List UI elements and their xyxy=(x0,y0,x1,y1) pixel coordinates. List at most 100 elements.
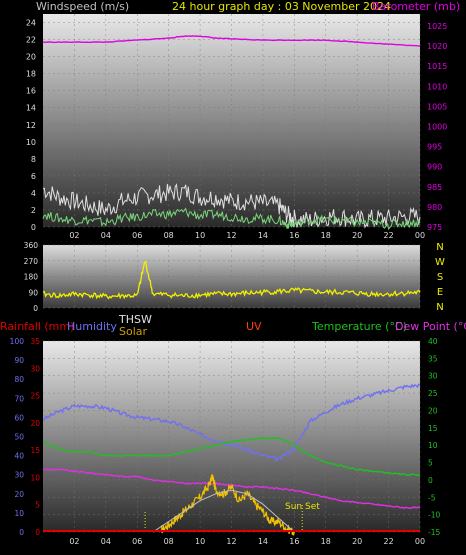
barometer-y-tick: 1025 xyxy=(427,22,447,31)
rain-y-tick: 20 xyxy=(30,419,40,428)
temp-x-tick: 08 xyxy=(164,537,174,546)
direction-label-e: E xyxy=(437,287,443,298)
humidity-y-tick: 70 xyxy=(14,394,24,403)
humidity-y-tick: 40 xyxy=(14,452,24,461)
wind-y-tick: 14 xyxy=(26,104,36,113)
date-title: 24 hour graph day : 03 November 2024 xyxy=(172,0,391,13)
barometer-y-tick: 975 xyxy=(427,223,442,232)
wind-x-tick: 22 xyxy=(383,231,393,240)
rain-y-tick: 35 xyxy=(30,337,40,346)
wind-y-tick: 18 xyxy=(26,70,36,79)
legend-temperature: Temperature (°C) xyxy=(311,320,407,333)
sun-set-label: Sun Set xyxy=(285,502,320,512)
wind-x-tick: 02 xyxy=(69,231,79,240)
humidity-y-tick: 80 xyxy=(14,375,24,384)
wind-title: Windspeed (m/s) xyxy=(36,0,129,13)
wind-x-tick: 04 xyxy=(101,231,111,240)
temp-x-tick: 18 xyxy=(321,537,331,546)
temperature-y-tick: 10 xyxy=(428,441,438,450)
barometer-y-tick: 1010 xyxy=(427,82,447,91)
humidity-y-tick: 60 xyxy=(14,413,24,422)
wind-y-tick: 12 xyxy=(26,121,36,130)
barometer-y-tick: 1015 xyxy=(427,62,447,71)
weather-chart: Windspeed (m/s) 24 hour graph day : 03 N… xyxy=(0,0,466,546)
rain-y-tick: 0 xyxy=(35,528,40,537)
wind-y-tick: 6 xyxy=(31,172,36,181)
temp-x-tick: 22 xyxy=(383,537,393,546)
temperature-y-tick: 30 xyxy=(428,372,438,381)
temperature-y-ticks: -15 -10 -5 0 5 10 15 20 25 30 35 40 xyxy=(428,337,440,537)
temp-x-tick: 20 xyxy=(352,537,362,546)
wind-x-tick: 10 xyxy=(195,231,205,240)
temperature-y-tick: -5 xyxy=(428,493,436,502)
direction-y-tick: 0 xyxy=(33,304,38,313)
direction-y-tick: 360 xyxy=(24,241,39,250)
legend-uv: UV xyxy=(246,320,262,333)
wind-x-tick: 00 xyxy=(415,231,425,240)
wind-y-tick: 8 xyxy=(31,155,36,164)
temp-x-tick: 14 xyxy=(258,537,268,546)
humidity-y-tick: 20 xyxy=(14,490,24,499)
wind-x-tick: 18 xyxy=(321,231,331,240)
wind-x-tick: 14 xyxy=(258,231,268,240)
temperature-y-tick: 5 xyxy=(428,459,433,468)
humidity-y-tick: 10 xyxy=(14,509,24,518)
temp-x-tick: 04 xyxy=(101,537,111,546)
temperature-y-tick: -10 xyxy=(428,511,440,520)
wind-y-tick: 20 xyxy=(26,53,36,62)
rain-y-ticks: 0 5 10 15 20 25 30 35 xyxy=(30,337,40,537)
legend-humidity: Humidity xyxy=(67,320,117,333)
legend-solar: Solar xyxy=(119,325,148,338)
direction-label-n: N xyxy=(436,302,443,313)
temp-x-tick: 10 xyxy=(195,537,205,546)
temp-x-ticks: 02 04 06 08 10 12 14 16 18 20 22 00 xyxy=(69,537,425,546)
direction-label-s: S xyxy=(437,272,443,283)
humidity-y-tick: 0 xyxy=(19,528,24,537)
wind-x-ticks: 02 04 06 08 10 12 14 16 18 20 22 00 xyxy=(69,231,425,240)
barometer-y-tick: 1005 xyxy=(427,102,447,111)
rain-y-tick: 10 xyxy=(30,473,40,482)
wind-y-tick: 4 xyxy=(31,189,36,198)
wind-x-tick: 16 xyxy=(289,231,299,240)
direction-y-tick: 180 xyxy=(24,273,39,282)
temperature-y-tick: 0 xyxy=(428,476,433,485)
barometer-y-tick: 990 xyxy=(427,163,442,172)
rain-y-tick: 5 xyxy=(35,501,40,510)
wind-x-tick: 20 xyxy=(352,231,362,240)
wind-y-tick: 16 xyxy=(26,87,36,96)
direction-label-w: W xyxy=(435,257,445,268)
barometer-y-tick: 1020 xyxy=(427,42,447,51)
barometer-y-tick: 985 xyxy=(427,183,442,192)
direction-compass-labels: NWSEN xyxy=(435,242,445,313)
rain-y-tick: 15 xyxy=(30,446,40,455)
wind-y-tick: 24 xyxy=(26,19,36,28)
humidity-y-ticks: 0 10 20 30 40 50 60 70 80 90 100 xyxy=(10,337,25,537)
temp-x-tick: 02 xyxy=(69,537,79,546)
rain-y-tick: 25 xyxy=(30,392,40,401)
temp-x-tick: 16 xyxy=(289,537,299,546)
wind-y-ticks: 024681012141618202224 xyxy=(26,19,36,232)
wind-x-tick: 08 xyxy=(164,231,174,240)
temperature-y-tick: 35 xyxy=(428,354,438,363)
humidity-y-tick: 90 xyxy=(14,356,24,365)
temp-x-tick: 12 xyxy=(226,537,236,546)
direction-label-n: N xyxy=(436,242,443,253)
humidity-y-tick: 50 xyxy=(14,433,24,442)
legend-dewpoint: Dew Point (°C) xyxy=(395,320,466,333)
barometer-y-tick: 995 xyxy=(427,143,442,152)
barometer-y-tick: 1000 xyxy=(427,123,447,132)
temp-x-tick: 00 xyxy=(415,537,425,546)
temperature-y-tick: 40 xyxy=(428,337,438,346)
rain-y-tick: 30 xyxy=(30,364,40,373)
temperature-y-tick: 15 xyxy=(428,424,438,433)
barometer-y-ticks: 975 980 985 990 995 1000 1005 1010 1015 1020 1025 xyxy=(427,22,447,232)
temperature-y-tick: 20 xyxy=(428,406,438,415)
barometer-title: Barometer (mb) xyxy=(372,0,460,13)
wind-y-tick: 22 xyxy=(26,36,36,45)
direction-y-ticks: 0 90 180 270 360 xyxy=(24,241,39,313)
temperature-y-tick: -15 xyxy=(428,528,440,537)
barometer-y-tick: 980 xyxy=(427,203,442,212)
wind-y-tick: 10 xyxy=(26,138,36,147)
temperature-y-tick: 25 xyxy=(428,389,438,398)
wind-x-tick: 06 xyxy=(132,231,142,240)
